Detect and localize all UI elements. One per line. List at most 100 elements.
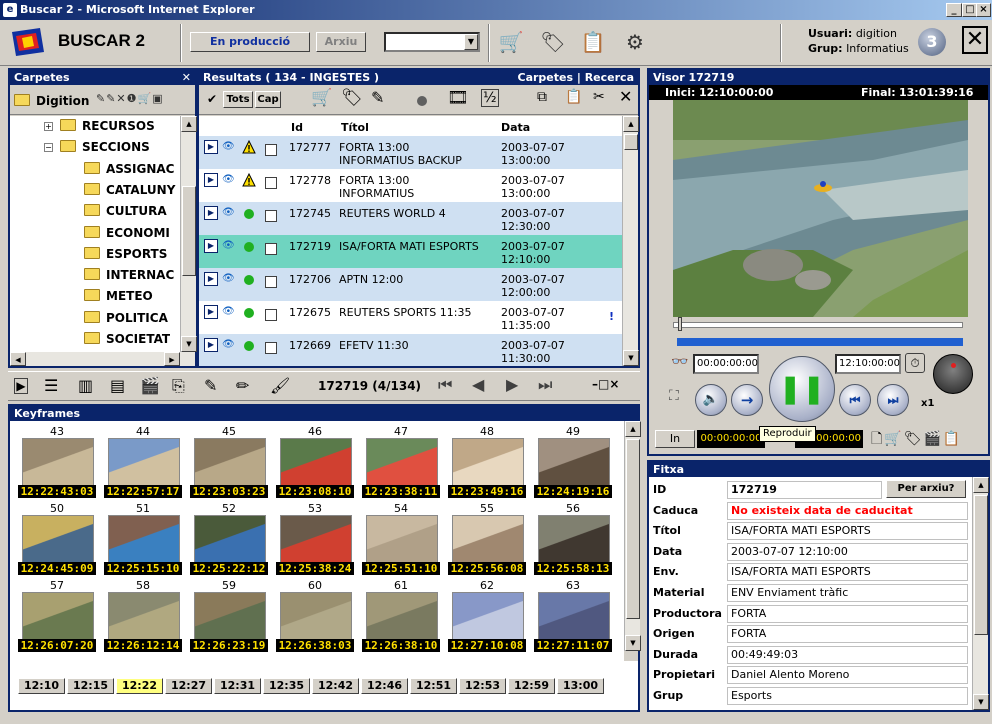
scroll-up-icon[interactable]: ▲ xyxy=(623,116,639,132)
next-icon[interactable]: ▶ xyxy=(506,375,518,394)
keyframe-thumbnail[interactable]: 54 12:25:51:10 xyxy=(362,502,440,578)
edit-icon[interactable]: ✎ xyxy=(371,88,384,107)
folder-item[interactable]: RECURSOS xyxy=(60,116,155,136)
tree-vscroll[interactable]: ▲ ▼ xyxy=(180,116,197,352)
keyframe-thumbnail[interactable]: 47 12:23:38:11 xyxy=(362,425,440,501)
row-checkbox[interactable] xyxy=(265,144,277,156)
in-timecode[interactable]: 00:00:00:00 xyxy=(697,430,765,448)
row-checkbox[interactable] xyxy=(265,276,277,288)
eye-icon[interactable]: 👁 xyxy=(222,207,235,218)
cut-icon[interactable]: ✂ xyxy=(593,89,605,105)
play-icon[interactable]: ▶ xyxy=(204,173,218,187)
row-checkbox[interactable] xyxy=(265,210,277,222)
table-row[interactable]: ▶ 👁 172669 EFETV 11:30 2003-07-07 11:30:00 xyxy=(199,334,622,366)
scroll-down-icon[interactable]: ▼ xyxy=(181,336,197,352)
scroll-thumb[interactable] xyxy=(974,495,988,635)
copy-icon[interactable]: ⧉ xyxy=(537,89,547,105)
field-value[interactable]: FORTA xyxy=(727,604,968,623)
window-controls-icon[interactable]: –□× xyxy=(592,377,619,391)
edit-icon[interactable]: ✎ xyxy=(204,376,217,395)
keyframe-thumbnail[interactable]: 56 12:25:58:13 xyxy=(534,502,612,578)
timebar-button[interactable]: 12:15 xyxy=(67,678,114,694)
volume-icon[interactable]: 🔈 xyxy=(695,384,727,416)
timebar-button[interactable]: 12:10 xyxy=(18,678,65,694)
keyframe-thumbnail[interactable]: 59 12:26:23:19 xyxy=(190,579,268,655)
eye-icon[interactable]: 👁 xyxy=(222,273,235,284)
play-icon[interactable]: ▶ xyxy=(204,305,218,319)
timebar-button[interactable]: 12:35 xyxy=(263,678,310,694)
eye-icon[interactable]: 👁 xyxy=(222,174,235,185)
cart-icon[interactable]: 🛒 xyxy=(311,88,332,108)
fullscreen-icon[interactable]: ⛶ xyxy=(669,388,679,404)
timebar-button[interactable]: 12:59 xyxy=(508,678,555,694)
play-icon[interactable]: ▶ xyxy=(204,239,218,253)
fast-forward-icon[interactable]: ⏭ xyxy=(877,384,909,416)
scroll-left-icon[interactable]: ◀ xyxy=(10,352,26,366)
select-none-button[interactable]: Cap xyxy=(255,91,281,108)
check-icon[interactable]: ✔ xyxy=(207,92,217,106)
field-value[interactable]: ISA/FORTA MATI ESPORTS xyxy=(727,563,968,582)
pencil-icon[interactable]: ✏ xyxy=(236,376,249,395)
timebar-button[interactable]: 12:31 xyxy=(214,678,261,694)
folder-item[interactable]: SOCIETAT xyxy=(84,329,170,349)
scroll-thumb[interactable] xyxy=(624,134,638,150)
viewer-actions-icons[interactable]: 🗋🛒🏷🎬📋 xyxy=(871,428,962,452)
cart-icon[interactable]: 🛒 xyxy=(496,28,526,56)
row-checkbox[interactable] xyxy=(265,177,277,189)
scroll-down-icon[interactable]: ▼ xyxy=(625,635,641,651)
eye-icon[interactable]: 👁 xyxy=(222,306,235,317)
settings-icon[interactable]: ⚙ xyxy=(620,28,650,56)
timebar-button[interactable]: 12:51 xyxy=(410,678,457,694)
seek-handle[interactable] xyxy=(678,317,682,331)
jog-knob[interactable] xyxy=(933,354,973,394)
field-value[interactable]: 00:49:49:03 xyxy=(727,645,968,664)
detail-icon[interactable]: ▤ xyxy=(110,376,125,395)
record-vscroll[interactable]: ▲ ▼ xyxy=(972,477,989,710)
archive-button[interactable]: Arxiu xyxy=(316,32,366,52)
in-button[interactable]: In xyxy=(655,430,695,448)
chevron-down-icon[interactable]: ▼ xyxy=(464,34,478,50)
table-row[interactable]: ▶ 👁 172675 REUTERS SPORTS 11:35 2003-07-07 11… xyxy=(199,301,622,334)
folder-item[interactable]: CULTURA xyxy=(84,201,167,221)
binoculars-icon[interactable]: 👓 xyxy=(671,354,688,370)
eye-icon[interactable]: 👁 xyxy=(222,141,235,152)
keyframe-thumbnail[interactable]: 58 12:26:12:14 xyxy=(104,579,182,655)
tag-icon[interactable]: 🏷 xyxy=(341,88,363,108)
expand-icon[interactable]: + xyxy=(44,122,53,131)
timer-icon[interactable]: ⏱ xyxy=(905,353,925,373)
scroll-down-icon[interactable]: ▼ xyxy=(973,694,989,710)
keyframes-vscroll[interactable]: ▲ ▼ xyxy=(624,421,641,651)
rewind-icon[interactable]: ⏮ xyxy=(839,384,871,416)
folder-item[interactable]: METEO xyxy=(84,286,153,306)
play-icon[interactable]: ▶ xyxy=(204,206,218,220)
close-window-button[interactable]: × xyxy=(976,3,991,17)
timebar-button[interactable]: 12:46 xyxy=(361,678,408,694)
keyframe-thumbnail[interactable]: 48 12:23:49:16 xyxy=(448,425,526,501)
play-icon[interactable]: ▶ xyxy=(204,272,218,286)
tree-hscroll[interactable]: ◀ ▶ xyxy=(10,352,195,366)
collapse-icon[interactable]: − xyxy=(44,143,53,153)
current-timecode[interactable]: 00:00:00:00 xyxy=(693,354,759,374)
select-all-button[interactable]: Tots xyxy=(223,91,253,108)
keyframe-thumbnail[interactable]: 61 12:26:38:10 xyxy=(362,579,440,655)
badge-count[interactable]: 3 xyxy=(918,28,946,56)
folder-item[interactable]: CATALUNY xyxy=(84,180,175,200)
keyframe-thumbnail[interactable]: 60 12:26:38:03 xyxy=(276,579,354,655)
col-id[interactable]: Id xyxy=(291,121,303,134)
keyframe-thumbnail[interactable]: 43 12:22:43:03 xyxy=(18,425,96,501)
keyframe-thumbnail[interactable]: 44 12:22:57:17 xyxy=(104,425,182,501)
folder-item[interactable]: ESPORTS xyxy=(84,244,167,264)
timebar-button[interactable]: 12:53 xyxy=(459,678,506,694)
field-value[interactable]: Esports xyxy=(727,687,968,705)
table-row[interactable]: ▶ 👁 172745 REUTERS WORLD 4 2003-07-07 12:30:0… xyxy=(199,202,622,235)
keyframe-thumbnail[interactable]: 62 12:27:10:08 xyxy=(448,579,526,655)
keyframe-thumbnail[interactable]: 46 12:23:08:10 xyxy=(276,425,354,501)
timebar-button[interactable]: 13:00 xyxy=(557,678,604,694)
scroll-up-icon[interactable]: ▲ xyxy=(625,421,641,437)
scroll-down-icon[interactable]: ▼ xyxy=(623,350,639,366)
field-value[interactable]: ENV Enviament tràfic xyxy=(727,584,968,602)
film-icon[interactable]: 🎞 xyxy=(447,88,469,108)
in-production-button[interactable]: En producció xyxy=(190,32,310,52)
brush-icon[interactable]: 🖌 xyxy=(270,376,290,395)
folders-root[interactable]: Digition xyxy=(36,94,89,108)
